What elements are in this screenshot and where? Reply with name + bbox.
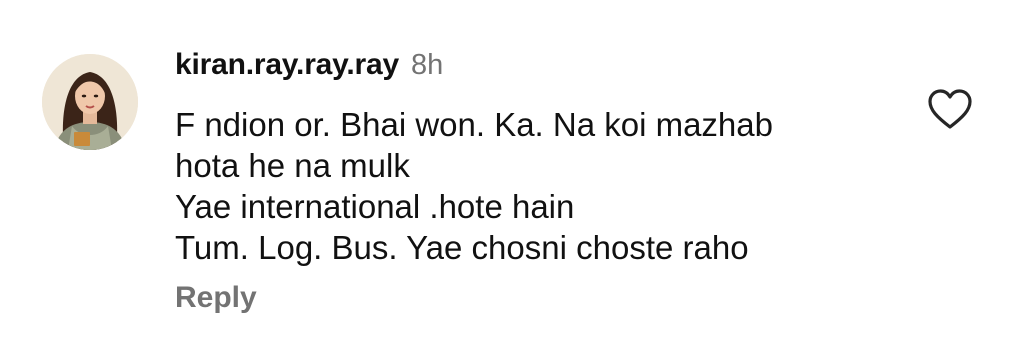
like-button[interactable] [927,88,973,130]
avatar[interactable] [42,54,138,150]
reply-button[interactable]: Reply [175,281,257,315]
comment-line: Yae international .hote hain [175,188,575,225]
comment-line: Tum. Log. Bus. Yae chosni choste raho [175,229,749,266]
comment-item: kiran.ray.ray.ray 8h F ndion or. Bhai wo… [0,0,1024,356]
comment-line: F ndion or. Bhai won. Ka. Na koi mazhab [175,106,773,143]
username-link[interactable]: kiran.ray.ray.ray [175,48,399,82]
avatar-image [42,54,138,150]
timestamp: 8h [411,49,444,81]
comment-text: F ndion or. Bhai won. Ka. Na koi mazhab … [175,104,895,268]
comment-header: kiran.ray.ray.ray 8h [175,48,443,88]
heart-outline-icon [928,89,972,129]
comment-line: hota he na mulk [175,147,410,184]
